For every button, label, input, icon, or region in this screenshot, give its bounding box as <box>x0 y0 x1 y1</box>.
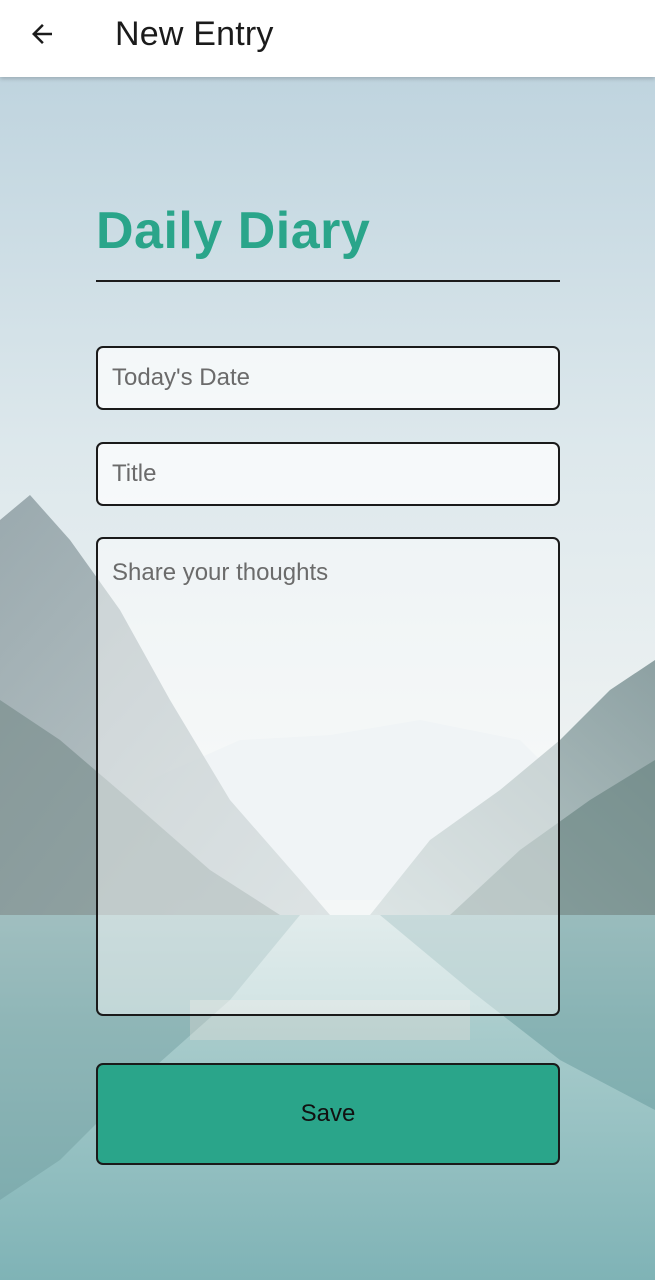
form-heading: Daily Diary <box>96 202 371 260</box>
back-button[interactable] <box>16 12 68 56</box>
heading-divider <box>96 280 560 282</box>
save-button[interactable]: Save <box>96 1063 560 1165</box>
date-input[interactable] <box>96 346 560 410</box>
diary-entry-screen: New Entry Daily Diary Save <box>0 0 655 1280</box>
title-input[interactable] <box>96 442 560 506</box>
thoughts-textarea[interactable] <box>96 537 560 1016</box>
app-bar: New Entry <box>0 0 655 77</box>
arrow-left-icon <box>32 24 52 44</box>
page-title: New Entry <box>115 15 274 53</box>
